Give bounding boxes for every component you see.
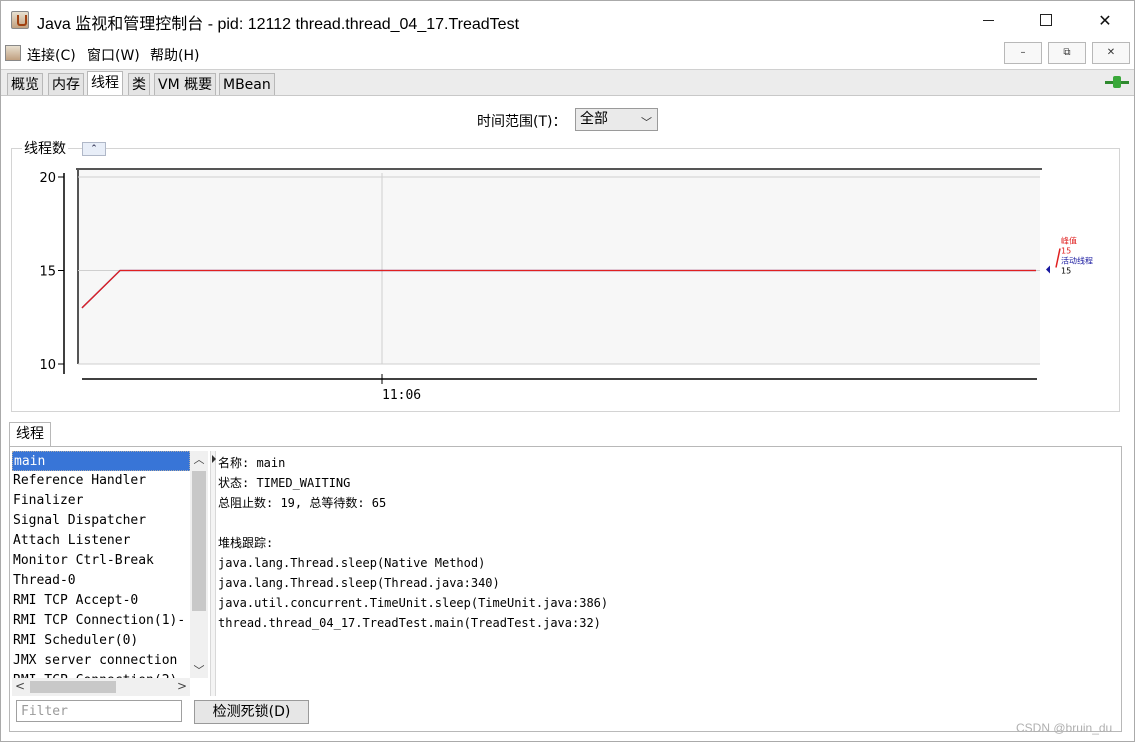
java-cup-icon	[11, 11, 29, 29]
scroll-thumb-horizontal[interactable]	[30, 681, 116, 693]
thread-list[interactable]: main Reference Handler Finalizer Signal Dis…	[12, 451, 190, 678]
tab-memory[interactable]: 内存	[48, 73, 84, 96]
threads-subtab[interactable]: 线程	[9, 422, 51, 447]
tab-overview[interactable]: 概览	[7, 73, 43, 96]
detect-deadlock-button[interactable]: 检测死锁(D)	[194, 700, 309, 724]
java-cup-small-icon	[5, 45, 21, 61]
thread-count-chart-panel: 线程数 ⌃ 20 15 10 11:06 峰值 15 活动线程 15	[11, 138, 1120, 412]
scroll-right-icon[interactable]: >	[174, 679, 190, 693]
detail-line: java.util.concurrent.TimeUnit.sleep(Time…	[218, 596, 609, 610]
thread-list-item[interactable]: Attach Listener	[12, 531, 190, 551]
tab-classes[interactable]: 类	[128, 73, 150, 96]
scroll-up-icon[interactable]: ︿	[190, 451, 208, 467]
legend-active-label: 活动线程	[1061, 256, 1093, 266]
time-range-select[interactable]: 全部 ﹀	[575, 108, 658, 131]
maximize-button[interactable]	[1017, 1, 1075, 39]
time-range-value: 全部	[580, 111, 608, 127]
time-range-label: 时间范围(T)：	[477, 114, 567, 130]
y-tick-label: 10	[39, 358, 56, 373]
thread-list-item[interactable]: Thread-0	[12, 571, 190, 591]
thread-count-chart: 20151011:06峰值15活动线程15	[39, 168, 1093, 403]
connection-status-icon	[1105, 76, 1129, 88]
scroll-left-icon[interactable]: <	[12, 679, 28, 693]
watermark: CSDN @bruin_du	[1016, 721, 1113, 735]
menu-window[interactable]: 窗口(W)	[87, 45, 140, 65]
thread-list-item[interactable]: RMI TCP Accept-0	[12, 591, 190, 611]
minimize-button[interactable]	[959, 1, 1017, 39]
legend-peak-value: 15	[1061, 247, 1071, 256]
thread-list-item[interactable]: RMI TCP Connection(1)-	[12, 611, 190, 631]
title-bar[interactable]: Java 监视和管理控制台 - pid: 12112 thread.thread…	[1, 1, 1134, 39]
thread-list-item[interactable]: Finalizer	[12, 491, 190, 511]
detail-line: 名称: main	[218, 456, 286, 470]
thread-list-item[interactable]: JMX server connection	[12, 651, 190, 671]
tab-threads[interactable]: 线程	[87, 71, 123, 96]
application-window: Java 监视和管理控制台 - pid: 12112 thread.thread…	[0, 0, 1135, 742]
thread-list-item[interactable]: RMI TCP Connection(2)	[12, 671, 190, 678]
thread-list-item[interactable]: Monitor Ctrl-Break	[12, 551, 190, 571]
internal-restore-button[interactable]: ⧉	[1048, 42, 1086, 64]
close-button[interactable]: ✕	[1076, 1, 1134, 39]
thread-detail-text: 名称: main 状态: TIMED_WAITING 总阻止数: 19, 总等待数:…	[218, 453, 1108, 693]
detail-line	[218, 513, 1108, 533]
thread-list-item[interactable]: main	[12, 451, 190, 471]
tab-mbean[interactable]: MBean	[219, 73, 275, 96]
detail-line: thread.thread_04_17.TreadTest.main(Tread…	[218, 616, 601, 630]
window-title: Java 监视和管理控制台 - pid: 12112 thread.thread…	[37, 16, 520, 33]
internal-close-button[interactable]: ✕	[1092, 42, 1130, 64]
thread-list-item[interactable]: Reference Handler	[12, 471, 190, 491]
y-tick-label: 15	[39, 265, 56, 280]
chevron-down-icon: ﹀	[641, 116, 652, 129]
detail-line: 堆栈跟踪:	[218, 536, 274, 550]
internal-minimize-button[interactable]: –	[1004, 42, 1042, 64]
y-tick-label: 20	[39, 171, 56, 186]
detail-line: 状态: TIMED_WAITING	[218, 476, 351, 490]
legend-active-value: 15	[1061, 267, 1071, 276]
split-pane-divider[interactable]	[210, 451, 216, 696]
detail-line: java.lang.Thread.sleep(Native Method)	[218, 556, 486, 570]
scroll-down-icon[interactable]: ﹀	[190, 662, 208, 678]
menu-help[interactable]: 帮助(H)	[150, 45, 199, 65]
scroll-thumb[interactable]	[192, 471, 206, 611]
menu-bar: 连接(C) 窗口(W) 帮助(H) – ⧉ ✕	[1, 39, 1134, 69]
tab-vm-summary[interactable]: VM 概要	[154, 73, 217, 96]
thread-list-horizontal-scrollbar[interactable]: < >	[12, 678, 190, 696]
active-marker-icon	[1046, 265, 1050, 274]
peak-marker-line	[1055, 248, 1061, 268]
thread-list-vertical-scrollbar[interactable]: ︿ ﹀	[190, 451, 208, 678]
detail-line: java.lang.Thread.sleep(Thread.java:340)	[218, 576, 500, 590]
legend-peak-label: 峰值	[1061, 236, 1077, 246]
detail-line: 总阻止数: 19, 总等待数: 65	[218, 496, 387, 510]
threads-tab-content: 时间范围(T)： 全部 ﹀ 线程数 ⌃ 20 15 10 11:06 峰值 15 活动线程 1…	[1, 95, 1134, 741]
thread-list-item[interactable]: RMI Scheduler(0)	[12, 631, 190, 651]
thread-filter-input[interactable]	[16, 700, 182, 722]
plot-area	[78, 169, 1040, 364]
thread-list-item[interactable]: Signal Dispatcher	[12, 511, 190, 531]
menu-connection[interactable]: 连接(C)	[27, 45, 76, 65]
thread-details-panel: main Reference Handler Finalizer Signal Dis…	[9, 446, 1122, 732]
main-tab-bar: 概览 内存 线程 类 VM 概要 MBean	[1, 69, 1134, 96]
x-tick-label: 11:06	[382, 388, 421, 403]
